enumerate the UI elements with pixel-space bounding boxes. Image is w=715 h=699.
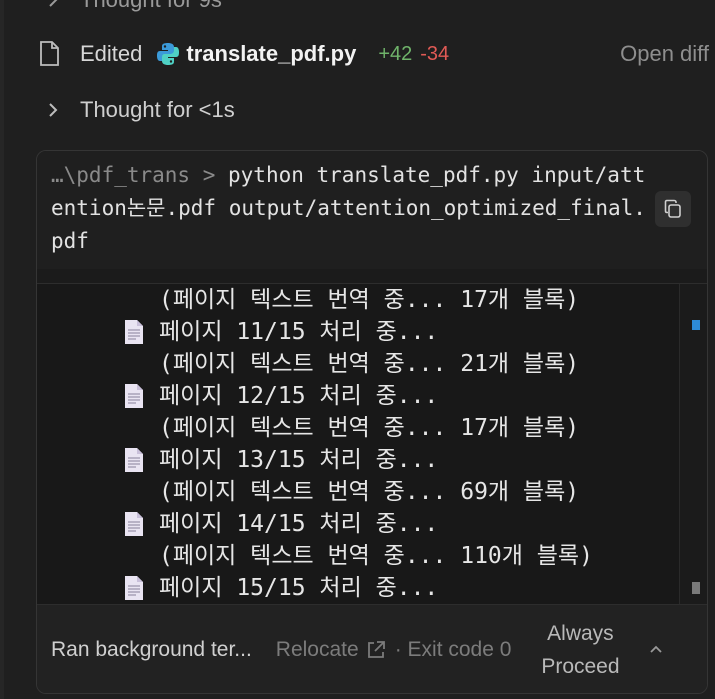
terminal-line: (페이지 텍스트 번역 중... 17개 블록) bbox=[159, 284, 579, 316]
edited-file-row[interactable]: Edited translate_pdf.py +42 -34 Open dif… bbox=[38, 36, 709, 72]
ran-background-terminal-label[interactable]: Ran background ter... bbox=[51, 638, 252, 662]
document-icon bbox=[125, 384, 143, 408]
command-line: …\pdf_trans > python translate_pdf.py in… bbox=[37, 151, 707, 269]
terminal-scrollbar[interactable] bbox=[679, 284, 707, 604]
terminal-line: 페이지 12/15 처리 중... bbox=[123, 380, 438, 412]
always-proceed-line2: Proceed bbox=[541, 655, 620, 678]
scrollbar-thumb[interactable] bbox=[692, 582, 700, 594]
always-proceed-line1: Always bbox=[547, 622, 614, 645]
additions-count: +42 bbox=[378, 42, 413, 65]
terminal-line-text: 페이지 13/15 처리 중... bbox=[159, 447, 439, 473]
terminal-line-text: (페이지 텍스트 번역 중... 21개 블록) bbox=[159, 351, 580, 377]
chevron-right-icon bbox=[44, 101, 62, 119]
file-icon bbox=[38, 41, 60, 67]
external-link-icon bbox=[367, 641, 385, 658]
terminal-line: 페이지 14/15 처리 중... bbox=[123, 508, 438, 540]
terminal-line-text: (페이지 텍스트 번역 중... 17개 블록) bbox=[159, 415, 580, 441]
terminal-card: …\pdf_trans > python translate_pdf.py in… bbox=[36, 150, 708, 694]
terminal-line-text: 페이지 12/15 처리 중... bbox=[159, 383, 439, 409]
terminal-line-text: 페이지 14/15 처리 중... bbox=[159, 511, 439, 537]
terminal-line: (페이지 텍스트 번역 중... 17개 블록) bbox=[159, 412, 579, 444]
terminal-line: 페이지 13/15 처리 중... bbox=[123, 444, 438, 476]
python-icon bbox=[156, 42, 180, 66]
terminal-line-text: (페이지 텍스트 번역 중... 69개 블록) bbox=[159, 479, 580, 505]
terminal-line-text: (페이지 텍스트 번역 중... 110개 블록) bbox=[159, 543, 593, 569]
terminal-footer: Ran background ter... Relocate · Exit co… bbox=[37, 605, 707, 693]
thought-row-previous[interactable]: Thought for 9s bbox=[44, 0, 715, 14]
command-path: …\pdf_trans > bbox=[51, 163, 229, 187]
thought-row[interactable]: Thought for <1s bbox=[44, 92, 715, 128]
open-diff-button[interactable]: Open diff bbox=[620, 41, 709, 67]
always-proceed-button[interactable]: Always Proceed bbox=[535, 617, 625, 683]
document-icon bbox=[125, 320, 143, 344]
file-name-link[interactable]: translate_pdf.py bbox=[186, 41, 356, 67]
document-icon bbox=[125, 512, 143, 536]
terminal-line: (페이지 텍스트 번역 중... 21개 블록) bbox=[159, 348, 579, 380]
terminal-line: 페이지 11/15 처리 중... bbox=[123, 316, 438, 348]
terminal-line: (페이지 텍스트 번역 중... 110개 블록) bbox=[159, 540, 593, 572]
left-rail bbox=[0, 0, 4, 699]
relocate-button[interactable]: Relocate bbox=[276, 638, 393, 662]
edited-label: Edited bbox=[80, 41, 143, 66]
terminal-line: (페이지 텍스트 번역 중... 69개 블록) bbox=[159, 476, 579, 508]
terminal-output: (페이지 텍스트 번역 중... 17개 블록) 페이지 11/15 처리 중..… bbox=[37, 284, 679, 604]
document-icon bbox=[125, 576, 143, 600]
relocate-label: Relocate bbox=[275, 638, 359, 661]
terminal-line: 페이지 15/15 처리 중... bbox=[123, 572, 438, 604]
exit-code-label: · Exit code 0 bbox=[394, 638, 512, 661]
copy-button[interactable] bbox=[655, 191, 691, 227]
terminal-line-text: 페이지 15/15 처리 중... bbox=[159, 575, 439, 601]
scrollbar-marker bbox=[692, 320, 700, 330]
document-icon bbox=[125, 448, 143, 472]
thought-label: Thought for 9s bbox=[80, 0, 222, 13]
deletions-count: -34 bbox=[420, 42, 450, 65]
chevron-up-icon bbox=[650, 645, 663, 653]
terminal-line-text: 페이지 11/15 처리 중... bbox=[159, 319, 439, 345]
copy-icon bbox=[664, 199, 681, 218]
thought-label: Thought for <1s bbox=[80, 97, 235, 122]
chevron-right-icon bbox=[44, 0, 62, 9]
terminal-line-text: (페이지 텍스트 번역 중... 17개 블록) bbox=[159, 287, 580, 313]
